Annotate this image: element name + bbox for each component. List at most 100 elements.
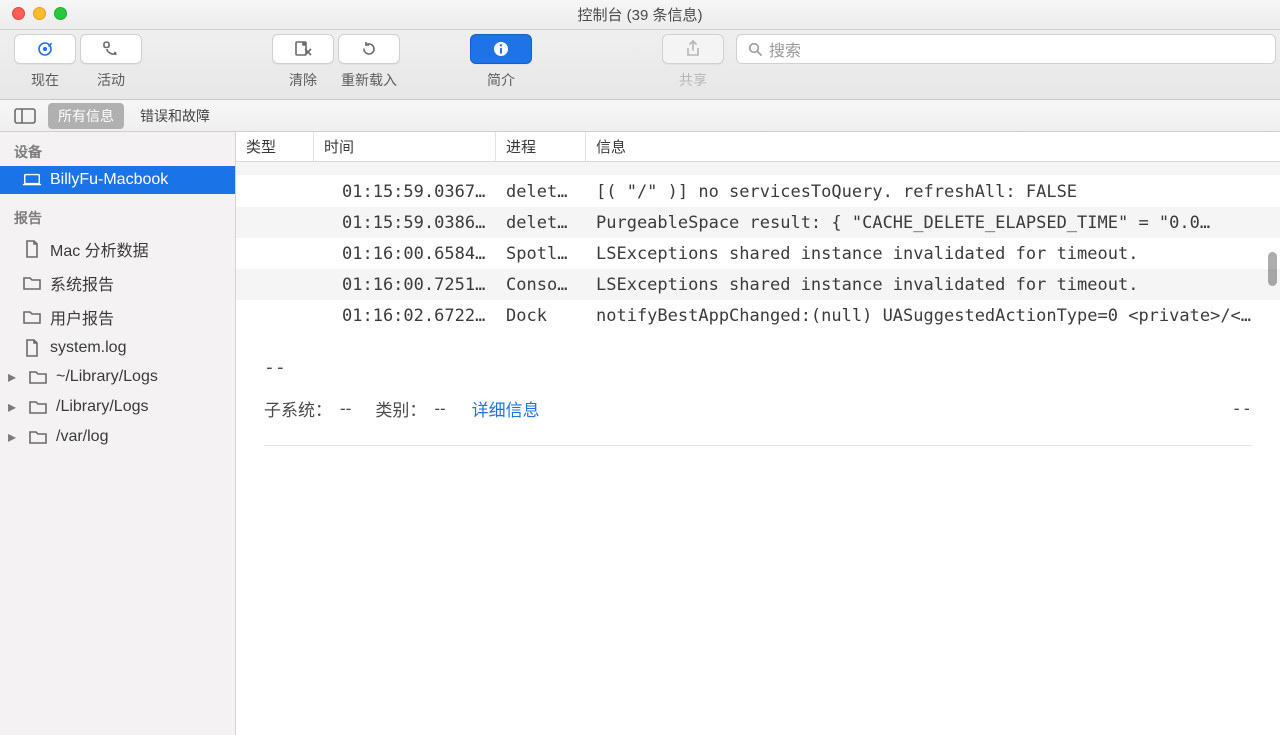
sidebar-item-label: 系统报告	[50, 271, 114, 295]
folder-icon	[28, 368, 48, 386]
console-window: 控制台 (39 条信息) 现在 活动	[0, 0, 1280, 735]
chevron-right-icon[interactable]: ▸	[6, 367, 18, 387]
log-process: deleted	[496, 213, 586, 233]
sidebar-item-label: ~/Library/Logs	[56, 368, 158, 386]
sidebar-item-label: system.log	[50, 339, 126, 357]
log-time: 01:16:00.658490	[314, 244, 496, 264]
close-window-button[interactable]	[12, 7, 25, 20]
share-icon	[683, 39, 703, 59]
target-icon	[35, 39, 55, 59]
log-row[interactable]: 01:16:02.672248 Dock notifyBestAppChange…	[236, 300, 1280, 331]
activity-label: 活动	[97, 70, 125, 90]
scopebar: 所有信息 错误和故障	[0, 100, 1280, 132]
sidebar-item-var-log[interactable]: ▸ /var/log	[0, 422, 235, 452]
log-message: PurgeableSpace result: { "CACHE_DELETE_E…	[586, 213, 1280, 233]
scrollbar-thumb[interactable]	[1268, 252, 1277, 286]
sidebar-item-system-reports[interactable]: 系统报告	[0, 266, 235, 300]
toolbar: 现在 活动 清除	[0, 30, 1280, 100]
sidebar-toggle-button[interactable]	[8, 105, 42, 127]
folder-icon	[28, 428, 48, 446]
folder-icon	[28, 398, 48, 416]
activity-button[interactable]	[80, 34, 142, 64]
reload-label: 重新载入	[341, 70, 397, 90]
log-rows: 01:15:59.036777 deleted [( "/" )] no ser…	[236, 162, 1280, 331]
trash-document-icon	[293, 39, 313, 59]
sidebar-item-label: /var/log	[56, 428, 108, 446]
log-row[interactable]	[236, 162, 1280, 175]
share-label: 共享	[679, 70, 707, 90]
window-controls	[12, 7, 67, 20]
sidebar: 设备 BillyFu-Macbook 报告 Mac 分析数据 系统报告	[0, 132, 236, 735]
search-icon	[747, 41, 763, 57]
search-input[interactable]: 搜索	[736, 34, 1276, 64]
log-row[interactable]: 01:15:59.036777 deleted [( "/" )] no ser…	[236, 176, 1280, 207]
sidebar-item-label: /Library/Logs	[56, 398, 149, 416]
log-scrollbar[interactable]	[1260, 162, 1280, 331]
log-process: Spotli…	[496, 244, 586, 264]
log-time: 01:16:02.672248	[314, 306, 496, 326]
clear-label: 清除	[289, 70, 317, 90]
log-message: notifyBestAppChanged:(null) UASuggestedA…	[586, 306, 1280, 326]
now-button[interactable]	[14, 34, 76, 64]
sidebar-item-library-logs[interactable]: ▸ /Library/Logs	[0, 392, 235, 422]
chevron-right-icon[interactable]: ▸	[6, 427, 18, 447]
reload-icon	[359, 39, 379, 59]
sidebar-item-system-log[interactable]: system.log	[0, 334, 235, 362]
info-icon	[491, 39, 511, 59]
log-column-headers: 类型 时间 进程 信息	[236, 132, 1280, 162]
log-content: 类型 时间 进程 信息 01:15:59.036777	[236, 132, 1280, 735]
log-message: LSExceptions shared instance invalidated…	[586, 275, 1280, 295]
log-row[interactable]: 01:16:00.658490 Spotli… LSExceptions sha…	[236, 238, 1280, 269]
sidebar-device-label: BillyFu-Macbook	[50, 171, 168, 189]
document-icon	[22, 339, 42, 357]
info-label: 简介	[487, 70, 515, 90]
column-header-message[interactable]: 信息	[586, 132, 1280, 161]
sidebar-item-mac-analytics[interactable]: Mac 分析数据	[0, 232, 235, 266]
minimize-window-button[interactable]	[33, 7, 46, 20]
sidebar-icon	[14, 108, 36, 124]
zoom-window-button[interactable]	[54, 7, 67, 20]
detail-right-value: --	[1232, 399, 1252, 419]
document-icon	[22, 240, 42, 258]
column-header-time[interactable]: 时间	[314, 132, 496, 161]
detail-pane: -- 子系统： -- 类别： -- 详细信息 --	[236, 331, 1280, 735]
activity-icon	[101, 39, 121, 59]
column-header-process[interactable]: 进程	[496, 132, 586, 161]
log-time: 01:15:59.036777	[314, 182, 496, 202]
detail-category-value: --	[434, 399, 445, 419]
log-process: Console	[496, 275, 586, 295]
sidebar-devices-header: 设备	[0, 136, 235, 166]
sidebar-item-home-library-logs[interactable]: ▸ ~/Library/Logs	[0, 362, 235, 392]
scope-errors-faults[interactable]: 错误和故障	[130, 103, 220, 129]
detail-details-link[interactable]: 详细信息	[472, 396, 540, 421]
laptop-icon	[22, 171, 42, 189]
sidebar-item-label: 用户报告	[50, 305, 114, 329]
log-message: LSExceptions shared instance invalidated…	[586, 244, 1280, 264]
sidebar-device[interactable]: BillyFu-Macbook	[0, 166, 235, 194]
search-placeholder: 搜索	[769, 37, 801, 61]
detail-message: --	[264, 357, 1252, 378]
log-row[interactable]: 01:15:59.038693 deleted PurgeableSpace r…	[236, 207, 1280, 238]
chevron-right-icon[interactable]: ▸	[6, 397, 18, 417]
share-button[interactable]	[662, 34, 724, 64]
detail-category-label: 类别：	[375, 396, 426, 421]
log-time: 01:16:00.725149	[314, 275, 496, 295]
folder-icon	[22, 308, 42, 326]
detail-divider	[264, 445, 1252, 446]
log-process: deleted	[496, 182, 586, 202]
sidebar-item-user-reports[interactable]: 用户报告	[0, 300, 235, 334]
reload-button[interactable]	[338, 34, 400, 64]
log-time: 01:15:59.038693	[314, 213, 496, 233]
info-button[interactable]	[470, 34, 532, 64]
column-header-type[interactable]: 类型	[236, 132, 314, 161]
titlebar: 控制台 (39 条信息)	[0, 0, 1280, 30]
window-title: 控制台 (39 条信息)	[577, 4, 702, 25]
sidebar-reports-header: 报告	[0, 202, 235, 232]
clear-button[interactable]	[272, 34, 334, 64]
log-message: [( "/" )] no servicesToQuery. refreshAll…	[586, 182, 1280, 202]
detail-subsystem-value: --	[340, 399, 351, 419]
sidebar-item-label: Mac 分析数据	[50, 237, 149, 261]
scope-all-messages[interactable]: 所有信息	[48, 103, 124, 129]
log-row[interactable]: 01:16:00.725149 Console LSExceptions sha…	[236, 269, 1280, 300]
folder-icon	[22, 274, 42, 292]
